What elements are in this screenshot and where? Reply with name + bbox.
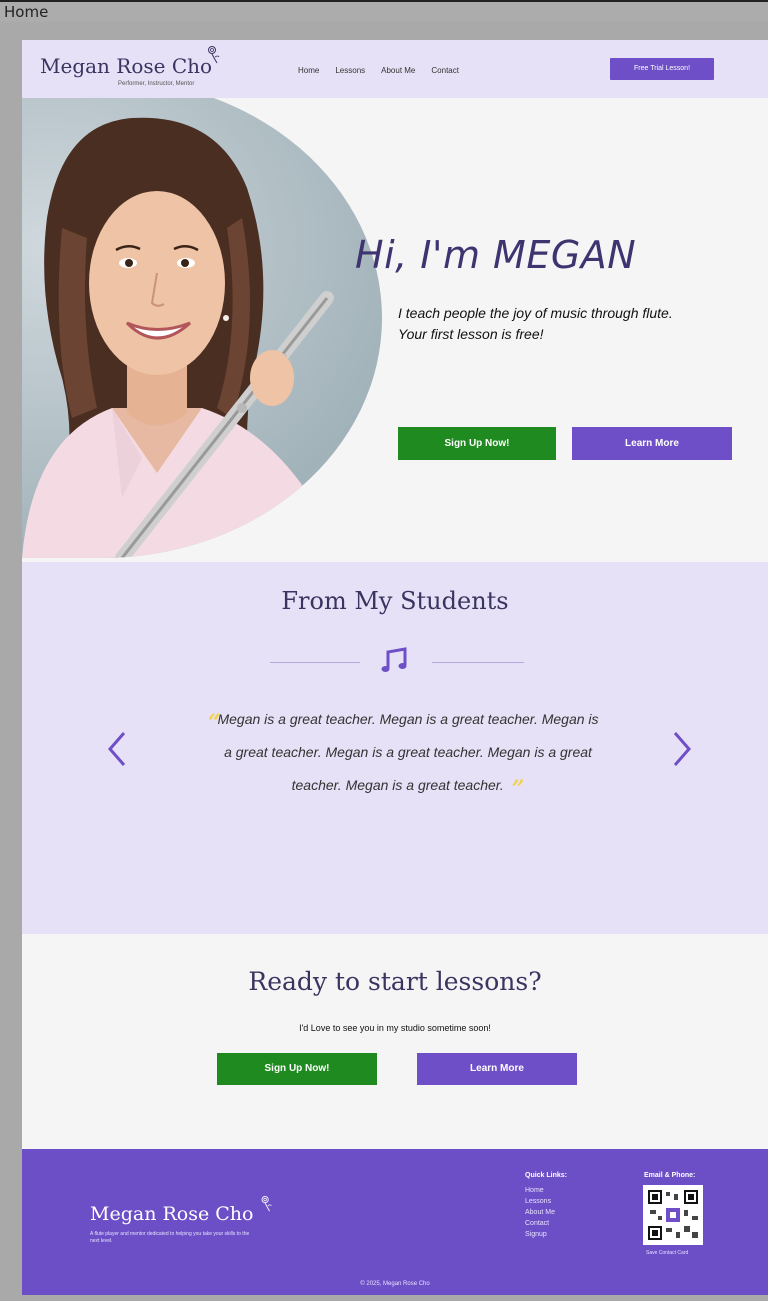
hero-subtitle-line1: I teach people the joy of music through … [398,305,673,321]
ready-learn-more-button[interactable]: Learn More [417,1053,577,1085]
ready-title: Ready to start lessons? [248,967,542,996]
testimonials-section: From My Students “ Megan is a great teac… [22,562,768,934]
testimonial-text: Megan is a great teacher. Megan is a gre… [217,711,599,793]
footer-description: A flute player and mentor dedicated to h… [90,1231,250,1244]
quick-links-title: Quick Links: [525,1172,568,1179]
nav-lessons[interactable]: Lessons [335,66,365,75]
hero-portrait-image [22,98,382,558]
quick-links-list: Home Lessons About Me Contact Signup [525,1185,555,1240]
next-arrow-icon[interactable] [665,727,699,771]
ready-signup-button[interactable]: Sign Up Now! [217,1053,377,1085]
page-frame: Megan Rose Cho Performer, Instructor, Me… [22,40,768,1295]
testimonial-quote: “ Megan is a great teacher. Megan is a g… [208,710,599,802]
hero-subtitle-line2: Your first lesson is free! [398,326,544,342]
divider-right [432,662,524,663]
hero-title: Hi, I'm MEGAN [355,233,637,277]
save-contact-link[interactable]: Save Contact Card [646,1250,688,1256]
logo-tagline: Performer, Instructor, Mentor [118,81,195,87]
footer-link-home[interactable]: Home [525,1185,555,1196]
footer-link-signup[interactable]: Signup [525,1229,555,1240]
main-nav: Home Lessons About Me Contact [298,66,459,75]
logo-name[interactable]: Megan Rose Cho [40,54,212,78]
nav-about[interactable]: About Me [381,66,415,75]
nav-contact[interactable]: Contact [431,66,459,75]
qr-code-image[interactable] [643,1185,703,1245]
footer-copyright: © 2025, Megan Rose Cho [360,1281,430,1287]
window-title-bar: Home [0,0,768,22]
window-title: Home [4,3,49,21]
footer-name: Megan Rose Cho [90,1203,254,1225]
site-header: Megan Rose Cho Performer, Instructor, Me… [22,40,768,98]
music-note-icon [381,647,407,672]
footer-link-lessons[interactable]: Lessons [525,1196,555,1207]
hero-subtitle: I teach people the joy of music through … [398,303,673,345]
previous-arrow-icon[interactable] [100,727,134,771]
testimonials-title: From My Students [281,587,509,615]
site-footer: Megan Rose Cho A flute player and mentor… [22,1149,768,1295]
hero-learn-more-button[interactable]: Learn More [572,427,732,460]
ready-subtitle: I'd Love to see you in my studio sometim… [299,1023,491,1033]
ready-section: Ready to start lessons? I'd Love to see … [22,934,768,1149]
nav-home[interactable]: Home [298,66,319,75]
footer-link-contact[interactable]: Contact [525,1218,555,1229]
hero-section: Hi, I'm MEGAN I teach people the joy of … [22,98,768,562]
close-quote-icon: ” [511,776,525,802]
email-phone-title: Email & Phone: [644,1172,696,1179]
rose-icon [208,46,220,64]
footer-link-about[interactable]: About Me [525,1207,555,1218]
footer-rose-icon [261,1195,272,1212]
free-trial-button[interactable]: Free Trial Lesson! [610,58,714,80]
divider-left [270,662,360,663]
hero-signup-button[interactable]: Sign Up Now! [398,427,556,460]
